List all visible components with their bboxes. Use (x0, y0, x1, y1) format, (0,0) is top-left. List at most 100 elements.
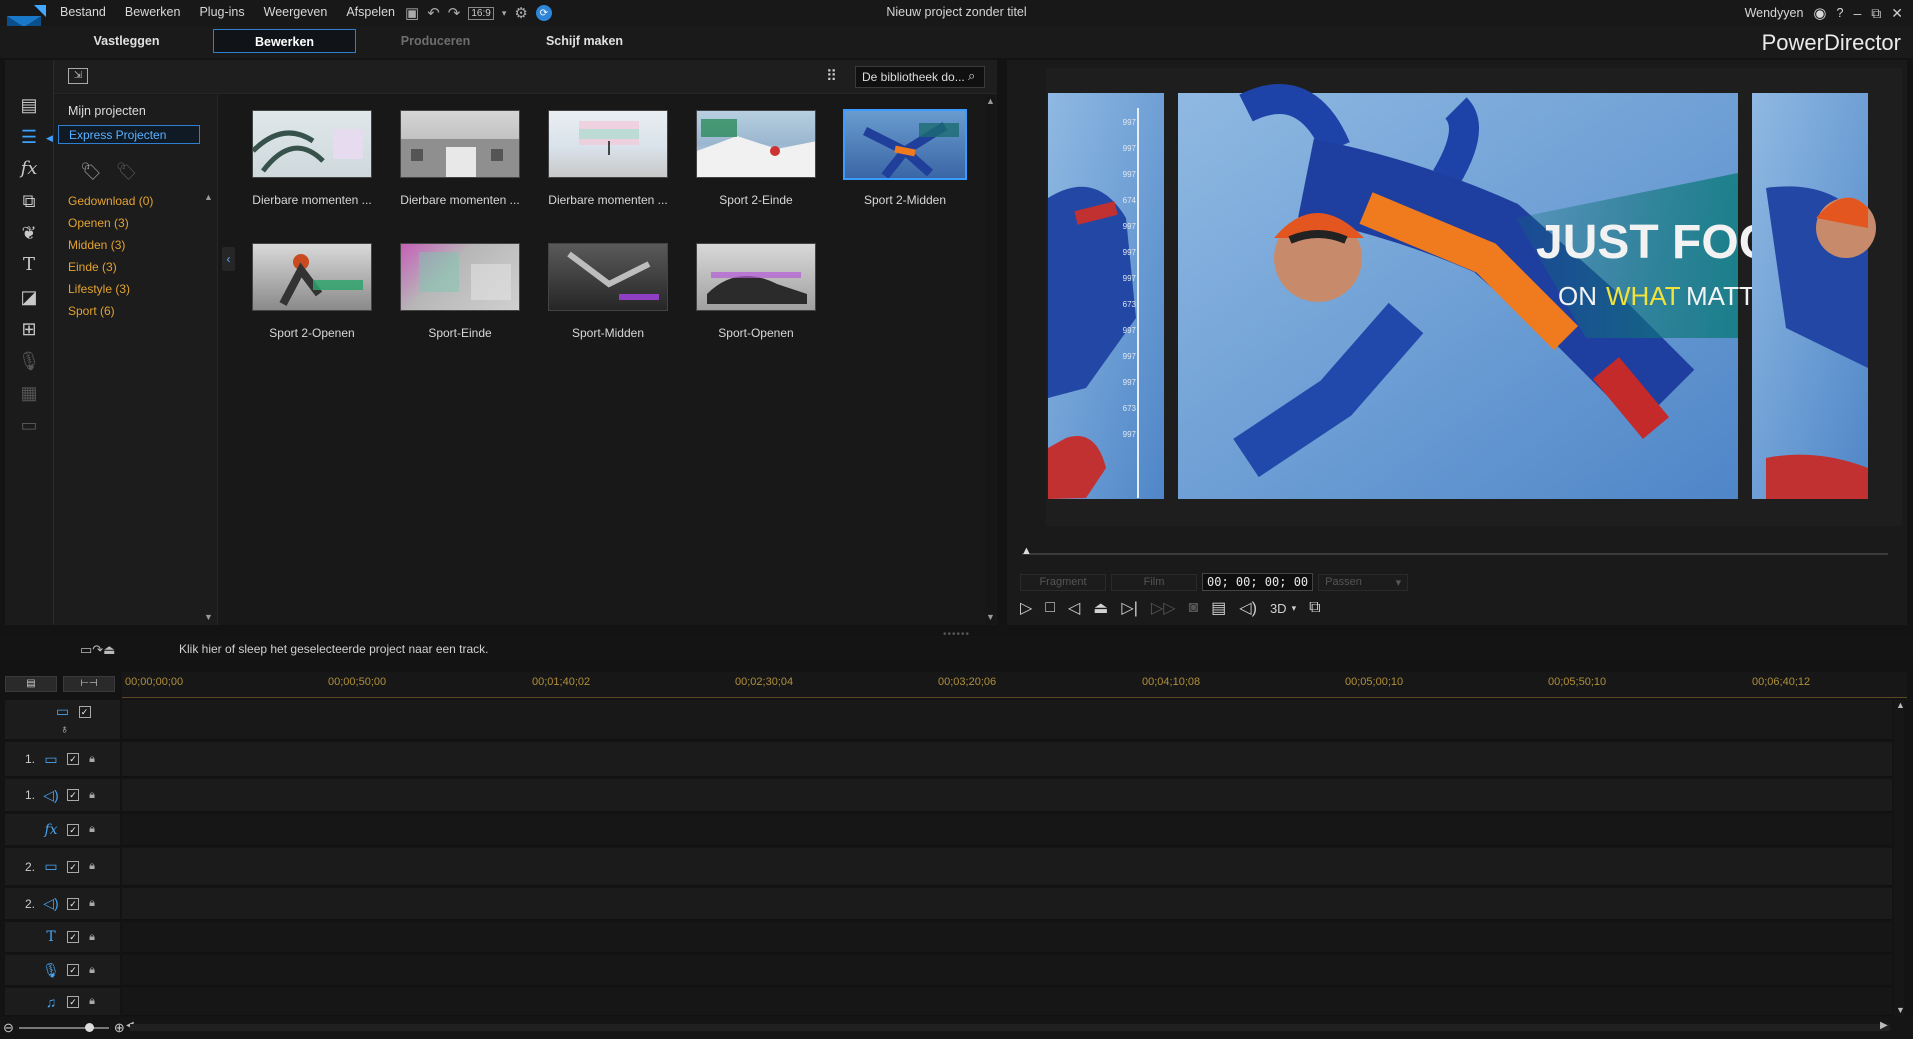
lock-icon[interactable]: 🔒︎ (85, 860, 99, 873)
storyboard-view-button[interactable]: ▤ (5, 676, 57, 692)
template-thumb-shoes[interactable] (696, 243, 816, 311)
fit-timeline-button[interactable]: ⊢⊣ (63, 676, 115, 692)
template-room-icon[interactable]: ☰ (14, 124, 44, 150)
zoom-fit-select[interactable]: Passen ▾ (1318, 573, 1409, 591)
collapse-panel-button[interactable]: ‹ (222, 247, 235, 271)
chapter-room-icon[interactable]: ▦ (14, 380, 44, 406)
play-icon[interactable]: ▷ (1020, 598, 1032, 618)
fast-forward-icon[interactable]: ▷▷ (1151, 598, 1176, 618)
scroll-right-icon[interactable]: ▶ (1880, 1020, 1888, 1031)
track-title[interactable] (122, 922, 1892, 953)
category-lifestyle[interactable]: Lifestyle (3) (68, 282, 130, 296)
lock-icon[interactable]: 🔒︎ (85, 823, 99, 836)
search-icon[interactable]: ⌕ (968, 68, 975, 84)
marker-icon[interactable]: ♁ (60, 722, 69, 736)
library-scrollbar[interactable] (985, 96, 995, 624)
template-thumb-dancer[interactable] (548, 243, 668, 311)
template-thumb-skydive[interactable] (843, 109, 967, 180)
scrub-handle-icon[interactable]: ▲ (1021, 545, 1032, 557)
category-gedownload[interactable]: Gedownload (0) (68, 194, 153, 208)
user-name[interactable]: Wendyyen (1745, 6, 1804, 20)
view-grid-icon[interactable]: ⠿ (826, 67, 837, 85)
tab-produceren[interactable]: Produceren (364, 29, 507, 53)
track-enable-checkbox[interactable]: ✓ (67, 789, 79, 801)
zoom-slider-knob[interactable] (84, 1023, 94, 1032)
track-music[interactable] (122, 988, 1892, 1016)
lock-icon[interactable]: 🔒︎ (85, 897, 99, 910)
template-thumb-beach[interactable] (548, 110, 668, 178)
master-enable-checkbox[interactable]: ✓ (78, 705, 91, 718)
media-room-icon[interactable]: ▤ (14, 92, 44, 118)
library-scroll-up-icon[interactable]: ▲ (986, 96, 995, 106)
category-sport[interactable]: Sport (6) (68, 304, 115, 318)
my-projects-item[interactable]: Mijn projecten (68, 104, 146, 118)
track-enable-checkbox[interactable]: ✓ (67, 964, 79, 976)
preview-scrub-bar[interactable] (1022, 553, 1888, 555)
lock-icon[interactable]: 🔒︎ (85, 931, 99, 944)
account-icon[interactable]: ◉ (1813, 4, 1826, 22)
category-scroll-up-icon[interactable]: ▲ (204, 192, 213, 202)
add-tag-icon[interactable]: 🏷 (80, 162, 102, 182)
zoom-slider[interactable] (18, 1023, 109, 1032)
snapshot-icon[interactable]: ◙ (1189, 599, 1199, 617)
audio-mixing-room-icon[interactable]: ⊞ (14, 316, 44, 342)
template-thumb-blur[interactable] (400, 243, 520, 311)
stop-icon[interactable]: □ (1045, 599, 1055, 617)
split-icon[interactable]: ⏏ (1093, 598, 1108, 618)
timecode-field[interactable]: 00; 00; 00; 00 (1202, 573, 1314, 591)
subtitle-toggle-icon[interactable]: ▤ (1211, 598, 1226, 618)
category-scroll-down-icon[interactable]: ▼ (204, 612, 213, 622)
track-enable-checkbox[interactable]: ✓ (67, 995, 79, 1008)
preview-screen[interactable]: JUST FOCUS ON WHAT MATTERS 997 997 997 674 9… (1046, 68, 1902, 526)
insert-mode-icon[interactable]: ▭↷⏏ (80, 642, 115, 657)
previous-frame-icon[interactable]: ◁ (1068, 598, 1080, 618)
track-fx[interactable] (122, 814, 1892, 846)
transition-room-icon[interactable]: ◪ (14, 284, 44, 310)
track-video-1[interactable] (122, 742, 1892, 777)
template-thumb-building[interactable] (400, 110, 520, 178)
lock-icon[interactable]: 🔒︎ (85, 995, 99, 1008)
track-video-2[interactable] (122, 848, 1892, 886)
particle-room-icon[interactable]: ❦ (14, 220, 44, 246)
track-audio-1[interactable] (122, 779, 1892, 812)
lock-icon[interactable]: 🔒︎ (85, 964, 99, 977)
category-midden[interactable]: Midden (3) (68, 238, 125, 252)
close-icon[interactable]: ✕ (1891, 5, 1903, 22)
minimize-icon[interactable]: – (1853, 5, 1861, 21)
3d-toggle-button[interactable]: 3D (1270, 601, 1287, 616)
film-mode-button[interactable]: Film (1111, 573, 1197, 591)
master-track[interactable] (122, 700, 1892, 740)
tab-schijf-maken[interactable]: Schijf maken (513, 29, 656, 53)
timeline-ruler[interactable] (122, 672, 1907, 698)
track-enable-checkbox[interactable]: ✓ (67, 823, 79, 836)
library-scroll-down-icon[interactable]: ▼ (986, 612, 995, 622)
import-icon[interactable]: ⇲ (68, 68, 88, 84)
track-enable-checkbox[interactable]: ✓ (67, 897, 79, 910)
track-voice[interactable] (122, 955, 1892, 986)
express-projects-item[interactable]: Express Projecten (58, 125, 200, 144)
template-thumb-palm[interactable] (252, 110, 372, 178)
zoom-out-icon[interactable]: ⊖ (3, 1020, 14, 1036)
zoom-in-icon[interactable]: ⊕ (114, 1020, 125, 1036)
chevron-down-icon[interactable]: ▾ (1292, 603, 1297, 614)
tab-bewerken[interactable]: Bewerken (213, 29, 356, 53)
voice-over-room-icon[interactable]: 🎙 (14, 348, 44, 374)
track-enable-checkbox[interactable]: ✓ (67, 860, 79, 873)
category-einde[interactable]: Einde (3) (68, 260, 117, 274)
timeline-scrollbar[interactable] (1894, 700, 1904, 1016)
next-frame-icon[interactable]: ▷| (1121, 598, 1137, 618)
effects-room-icon[interactable]: fx (14, 156, 44, 182)
remove-tag-icon[interactable]: 🏷 (116, 162, 138, 182)
timeline-scroll-down-icon[interactable]: ▼ (1896, 1005, 1905, 1015)
track-enable-checkbox[interactable]: ✓ (67, 753, 79, 765)
fragment-mode-button[interactable]: Fragment (1020, 573, 1106, 591)
track-enable-checkbox[interactable]: ✓ (67, 931, 79, 943)
restore-icon[interactable]: ⧉ (1871, 5, 1881, 22)
template-thumb-challenge[interactable] (252, 243, 372, 311)
category-openen[interactable]: Openen (3) (68, 216, 129, 230)
tab-vastleggen[interactable]: Vastleggen (55, 29, 198, 53)
undock-preview-icon[interactable]: ⧉ (1309, 599, 1320, 617)
library-search-input[interactable]: De bibliotheek do... (855, 66, 985, 88)
title-room-icon[interactable]: T (14, 252, 44, 278)
help-icon[interactable]: ? (1837, 6, 1844, 20)
